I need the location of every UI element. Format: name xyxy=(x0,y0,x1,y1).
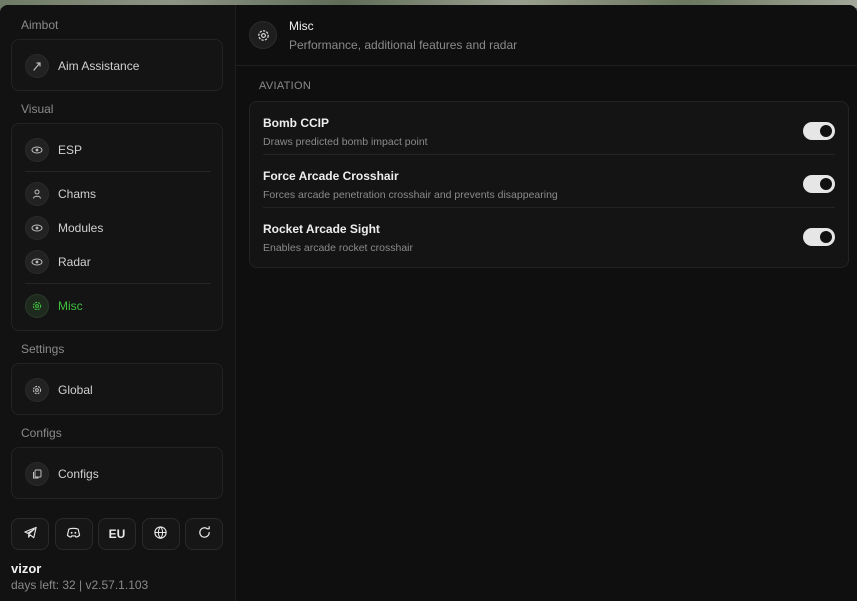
telegram-button[interactable] xyxy=(11,518,49,550)
sidebar-item-modules[interactable]: Modules xyxy=(25,215,211,241)
sidebar-item-configs[interactable]: Configs xyxy=(25,461,211,487)
sidebar-item-label: Chams xyxy=(58,187,97,201)
copy-icon xyxy=(25,462,49,486)
rocket-arcade-sight-toggle[interactable] xyxy=(803,228,835,246)
setting-description: Enables arcade rocket crosshair xyxy=(263,242,413,254)
sidebar-item-label: Misc xyxy=(58,299,83,313)
app-window: Aimbot Aim Assistance Visual ESP Chams M… xyxy=(0,5,857,601)
page-subtitle: Performance, additional features and rad… xyxy=(289,38,518,52)
person-icon xyxy=(25,182,49,206)
bomb-ccip-toggle[interactable] xyxy=(803,122,835,140)
discord-button[interactable] xyxy=(54,518,93,550)
refresh-button[interactable] xyxy=(185,518,223,550)
group-settings: Global xyxy=(11,363,223,415)
sidebar-item-global[interactable]: Global xyxy=(25,377,211,403)
sidebar-item-chams[interactable]: Chams xyxy=(25,181,211,207)
force-arcade-crosshair-toggle[interactable] xyxy=(803,175,835,193)
setting-description: Draws predicted bomb impact point xyxy=(263,136,428,148)
group-visual: ESP Chams Modules Radar Misc xyxy=(11,123,223,331)
toggle-knob xyxy=(820,125,832,137)
bottom-button-bar: EU xyxy=(11,518,223,550)
gear-icon xyxy=(25,294,49,318)
refresh-icon xyxy=(197,525,212,543)
sidebar-item-label: Global xyxy=(58,383,93,397)
section-label-configs: Configs xyxy=(21,426,62,440)
gear-icon xyxy=(25,378,49,402)
sidebar-item-aim-assistance[interactable]: Aim Assistance xyxy=(25,53,211,79)
divider xyxy=(25,283,211,284)
eye-icon xyxy=(25,138,49,162)
crosshair-arrow-icon xyxy=(25,54,49,78)
sidebar: Aimbot Aim Assistance Visual ESP Chams M… xyxy=(0,5,236,601)
sidebar-item-label: Aim Assistance xyxy=(58,59,140,73)
setting-row-rocket-arcade-sight: Rocket Arcade Sight Enables arcade rocke… xyxy=(250,208,848,261)
setting-description: Forces arcade penetration crosshair and … xyxy=(263,189,558,201)
setting-title: Rocket Arcade Sight xyxy=(263,222,380,236)
setting-row-force-arcade-crosshair: Force Arcade Crosshair Forces arcade pen… xyxy=(250,155,848,208)
gear-icon xyxy=(249,21,277,49)
sidebar-item-label: Configs xyxy=(58,467,99,481)
setting-row-bomb-ccip: Bomb CCIP Draws predicted bomb impact po… xyxy=(250,102,848,155)
toggle-knob xyxy=(820,178,832,190)
group-configs: Configs xyxy=(11,447,223,499)
sidebar-item-label: Modules xyxy=(58,221,104,235)
settings-card: Bomb CCIP Draws predicted bomb impact po… xyxy=(249,101,849,268)
main-panel: Misc Performance, additional features an… xyxy=(236,5,857,601)
setting-title: Force Arcade Crosshair xyxy=(263,169,399,183)
sidebar-item-label: Radar xyxy=(58,255,91,269)
section-label-aimbot: Aimbot xyxy=(21,18,59,32)
language-button[interactable] xyxy=(141,518,180,550)
sidebar-item-radar[interactable]: Radar xyxy=(25,249,211,275)
user-name: vizor xyxy=(11,561,42,576)
eye-icon xyxy=(25,250,49,274)
globe-icon xyxy=(153,525,168,543)
page-header: Misc Performance, additional features an… xyxy=(236,5,857,66)
sidebar-item-misc[interactable]: Misc xyxy=(25,293,211,319)
group-aimbot: Aim Assistance xyxy=(11,39,223,91)
page-title: Misc xyxy=(289,19,314,33)
sidebar-item-label: ESP xyxy=(58,143,83,157)
setting-title: Bomb CCIP xyxy=(263,116,329,130)
section-label-settings: Settings xyxy=(21,342,65,356)
region-button[interactable]: EU xyxy=(98,518,136,550)
section-label-visual: Visual xyxy=(21,102,54,116)
sidebar-item-esp[interactable]: ESP xyxy=(25,137,211,163)
subscription-info: days left: 32 | v2.57.1.103 xyxy=(11,578,149,592)
toggle-knob xyxy=(820,231,832,243)
eye-icon xyxy=(25,216,49,240)
category-label: AVIATION xyxy=(259,80,312,92)
telegram-icon xyxy=(23,525,38,543)
discord-icon xyxy=(66,525,81,543)
divider xyxy=(25,171,211,172)
